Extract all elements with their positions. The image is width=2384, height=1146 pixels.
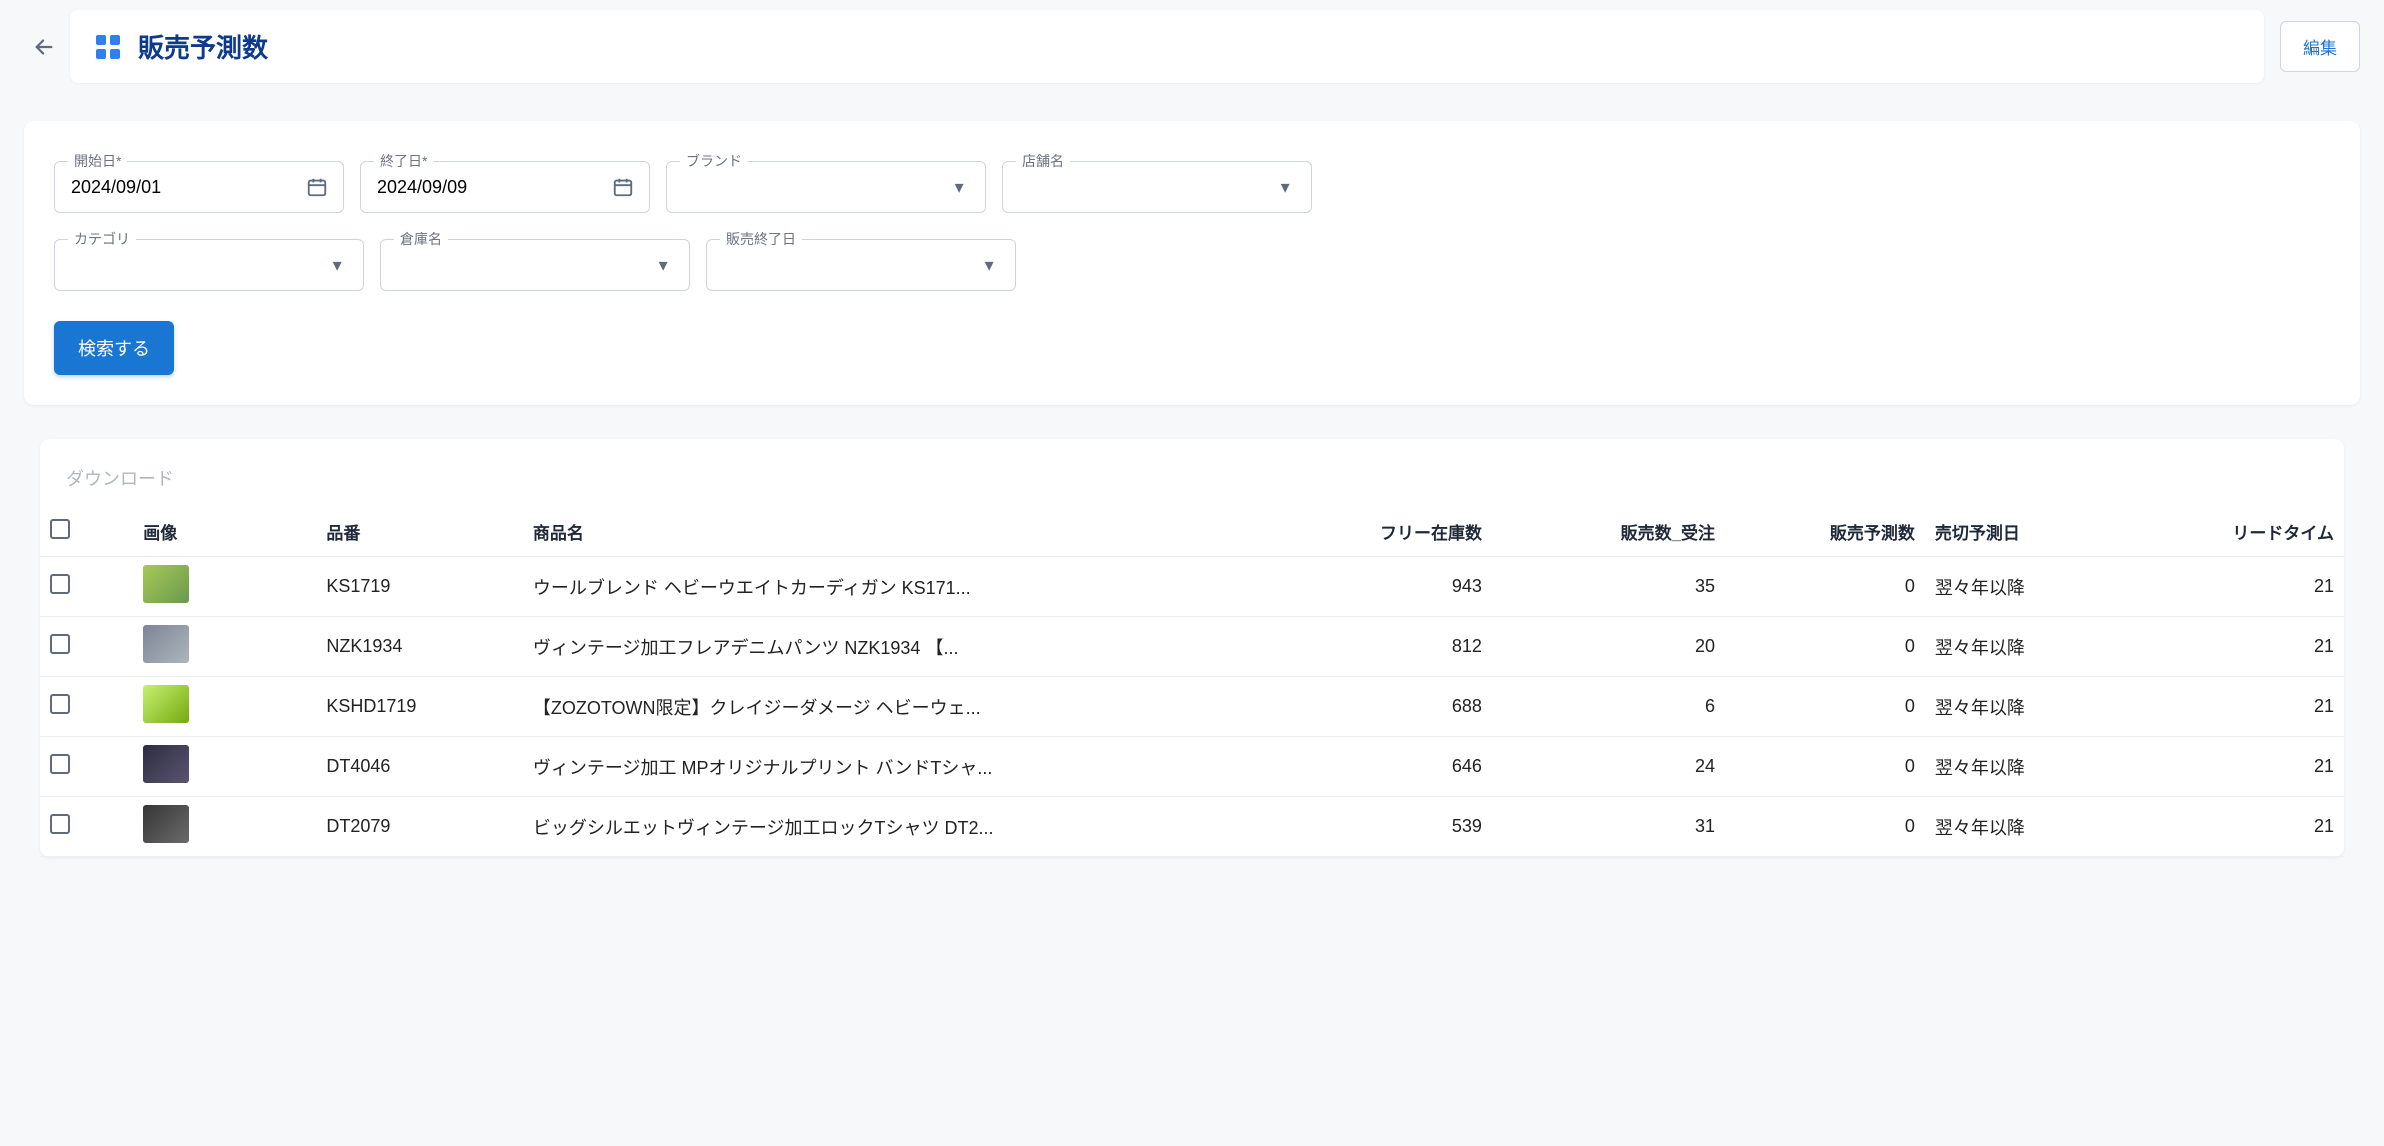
table-row[interactable]: KSHD1719【ZOZOTOWN限定】クレイジーダメージ ヘビーウェ...68… xyxy=(40,677,2344,737)
cell-lead-time: 21 xyxy=(2141,617,2344,677)
cell-sold-orders: 6 xyxy=(1492,677,1725,737)
cell-sku: DT2079 xyxy=(316,797,522,857)
end-date-field: 終了日* xyxy=(360,161,650,213)
calendar-icon[interactable] xyxy=(611,174,635,200)
row-checkbox[interactable] xyxy=(50,754,70,774)
chevron-down-icon: ▾ xyxy=(651,252,675,278)
cell-free-stock: 688 xyxy=(1289,677,1492,737)
download-link[interactable]: ダウンロード xyxy=(40,459,200,507)
row-checkbox[interactable] xyxy=(50,694,70,714)
col-forecast: 販売予測数 xyxy=(1725,507,1925,557)
cell-forecast: 0 xyxy=(1725,797,1925,857)
cell-sellout-date: 翌々年以降 xyxy=(1925,677,2141,737)
filter-card: 開始日* 終了日* ブランド xyxy=(24,121,2360,405)
back-button[interactable] xyxy=(24,27,64,67)
cell-lead-time: 21 xyxy=(2141,737,2344,797)
category-value[interactable] xyxy=(69,254,325,277)
product-thumbnail[interactable] xyxy=(143,745,189,783)
sale-end-label: 販売終了日 xyxy=(720,229,802,249)
search-button[interactable]: 検索する xyxy=(54,321,174,375)
cell-name: ウールブレンド ヘビーウエイトカーディガン KS171... xyxy=(523,557,1289,617)
brand-value[interactable] xyxy=(681,176,947,199)
product-thumbnail[interactable] xyxy=(143,805,189,843)
cell-sku: NZK1934 xyxy=(316,617,522,677)
start-date-label: 開始日* xyxy=(68,151,127,171)
cell-forecast: 0 xyxy=(1725,737,1925,797)
start-date-input[interactable] xyxy=(69,176,305,199)
store-label: 店舗名 xyxy=(1016,151,1070,171)
col-sold-orders: 販売数_受注 xyxy=(1492,507,1725,557)
warehouse-label: 倉庫名 xyxy=(394,229,448,249)
table-row[interactable]: DT2079ビッグシルエットヴィンテージ加工ロックTシャツ DT2...5393… xyxy=(40,797,2344,857)
results-table: 画像 品番 商品名 フリー在庫数 販売数_受注 販売予測数 売切予測日 リードタ… xyxy=(40,507,2344,857)
cell-lead-time: 21 xyxy=(2141,557,2344,617)
product-thumbnail[interactable] xyxy=(143,625,189,663)
cell-name: ビッグシルエットヴィンテージ加工ロックTシャツ DT2... xyxy=(523,797,1289,857)
cell-forecast: 0 xyxy=(1725,677,1925,737)
col-sku: 品番 xyxy=(316,507,522,557)
end-date-input[interactable] xyxy=(375,176,611,199)
cell-sellout-date: 翌々年以降 xyxy=(1925,617,2141,677)
chevron-down-icon: ▾ xyxy=(1273,174,1297,200)
cell-sold-orders: 20 xyxy=(1492,617,1725,677)
cell-free-stock: 812 xyxy=(1289,617,1492,677)
store-value[interactable] xyxy=(1017,176,1273,199)
cell-sku: DT4046 xyxy=(316,737,522,797)
product-thumbnail[interactable] xyxy=(143,565,189,603)
cell-free-stock: 646 xyxy=(1289,737,1492,797)
category-field: カテゴリ ▾ xyxy=(54,239,364,291)
sale-end-value[interactable] xyxy=(721,254,977,277)
start-date-field: 開始日* xyxy=(54,161,344,213)
cell-forecast: 0 xyxy=(1725,617,1925,677)
cell-free-stock: 539 xyxy=(1289,797,1492,857)
edit-button[interactable]: 編集 xyxy=(2280,21,2360,72)
col-name: 商品名 xyxy=(523,507,1289,557)
chevron-down-icon: ▾ xyxy=(325,252,349,278)
cell-sku: KSHD1719 xyxy=(316,677,522,737)
page-title: 販売予測数 xyxy=(138,28,268,65)
cell-sellout-date: 翌々年以降 xyxy=(1925,737,2141,797)
cell-sold-orders: 24 xyxy=(1492,737,1725,797)
cell-sellout-date: 翌々年以降 xyxy=(1925,797,2141,857)
arrow-left-icon xyxy=(33,36,55,58)
col-lead-time: リードタイム xyxy=(2141,507,2344,557)
cell-sold-orders: 31 xyxy=(1492,797,1725,857)
table-row[interactable]: KS1719ウールブレンド ヘビーウエイトカーディガン KS171...9433… xyxy=(40,557,2344,617)
results-card: ダウンロード 画像 品番 商品名 フリー在庫数 販売数_受注 販売予測数 売切予… xyxy=(40,439,2344,857)
col-image: 画像 xyxy=(133,507,316,557)
title-card: 販売予測数 xyxy=(70,10,2264,83)
col-sellout-date: 売切予測日 xyxy=(1925,507,2141,557)
end-date-label: 終了日* xyxy=(374,151,433,171)
brand-label: ブランド xyxy=(680,151,748,171)
cell-forecast: 0 xyxy=(1725,557,1925,617)
cell-lead-time: 21 xyxy=(2141,677,2344,737)
chevron-down-icon: ▾ xyxy=(947,174,971,200)
product-thumbnail[interactable] xyxy=(143,685,189,723)
cell-name: ヴィンテージ加工フレアデニムパンツ NZK1934 【... xyxy=(523,617,1289,677)
warehouse-value[interactable] xyxy=(395,254,651,277)
row-checkbox[interactable] xyxy=(50,574,70,594)
cell-lead-time: 21 xyxy=(2141,797,2344,857)
cell-sku: KS1719 xyxy=(316,557,522,617)
cell-name: 【ZOZOTOWN限定】クレイジーダメージ ヘビーウェ... xyxy=(523,677,1289,737)
table-row[interactable]: NZK1934ヴィンテージ加工フレアデニムパンツ NZK1934 【...812… xyxy=(40,617,2344,677)
chevron-down-icon: ▾ xyxy=(977,252,1001,278)
calendar-icon[interactable] xyxy=(305,174,329,200)
table-header-row: 画像 品番 商品名 フリー在庫数 販売数_受注 販売予測数 売切予測日 リードタ… xyxy=(40,507,2344,557)
cell-sellout-date: 翌々年以降 xyxy=(1925,557,2141,617)
table-row[interactable]: DT4046ヴィンテージ加工 MPオリジナルプリント バンドTシャ...6462… xyxy=(40,737,2344,797)
warehouse-field: 倉庫名 ▾ xyxy=(380,239,690,291)
cell-name: ヴィンテージ加工 MPオリジナルプリント バンドTシャ... xyxy=(523,737,1289,797)
store-field: 店舗名 ▾ xyxy=(1002,161,1312,213)
row-checkbox[interactable] xyxy=(50,634,70,654)
modules-icon xyxy=(96,35,120,59)
cell-sold-orders: 35 xyxy=(1492,557,1725,617)
select-all-checkbox[interactable] xyxy=(50,519,70,539)
category-label: カテゴリ xyxy=(68,229,136,249)
brand-field: ブランド ▾ xyxy=(666,161,986,213)
col-free-stock: フリー在庫数 xyxy=(1289,507,1492,557)
cell-free-stock: 943 xyxy=(1289,557,1492,617)
sale-end-field: 販売終了日 ▾ xyxy=(706,239,1016,291)
row-checkbox[interactable] xyxy=(50,814,70,834)
